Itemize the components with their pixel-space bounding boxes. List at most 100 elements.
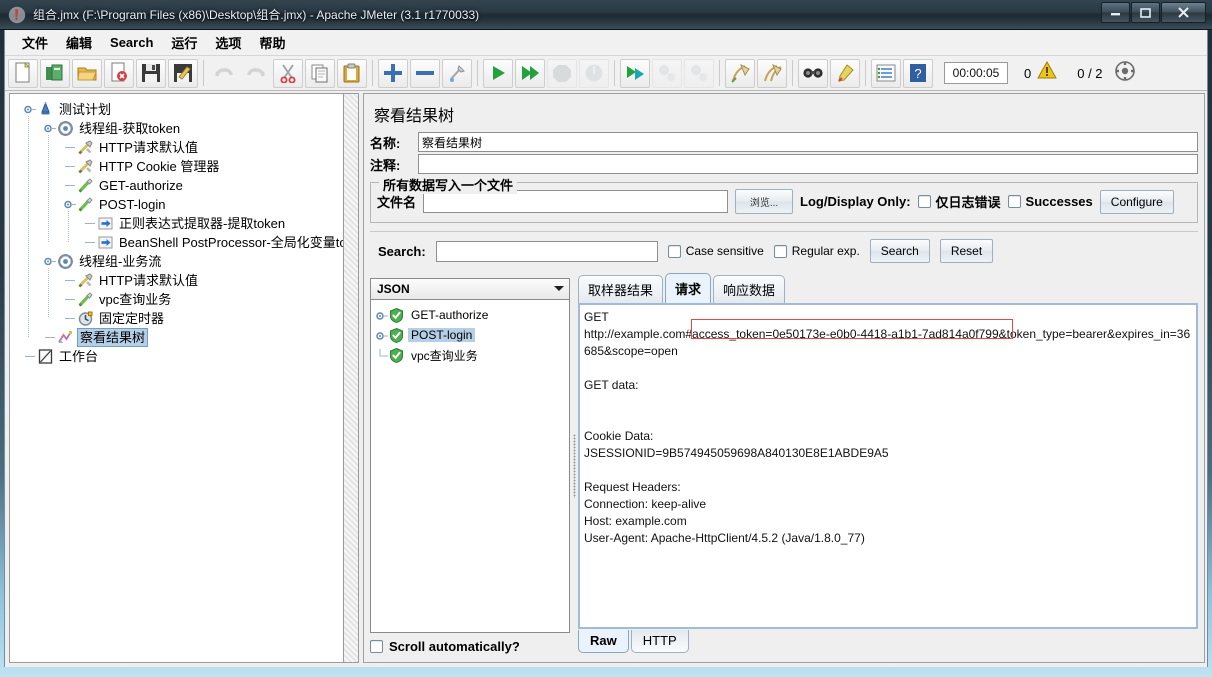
tree-expand-handle[interactable]	[44, 120, 57, 137]
menu-options[interactable]: 选项	[206, 30, 250, 55]
regular-exp-box[interactable]	[773, 244, 787, 258]
view-mode-tab[interactable]: HTTP	[630, 630, 689, 653]
stop-icon	[547, 58, 577, 88]
sample-result-list[interactable]: GET-authorize POST-login vpc查询业务	[370, 300, 570, 633]
list-item[interactable]: POST-login	[371, 325, 569, 345]
detail-tab[interactable]: 取样器结果	[578, 275, 664, 304]
test-plan-tree[interactable]: 测试计划 线程组-获取token HTTP请求默认值 HTTP Cookie 管理器 G…	[9, 93, 344, 663]
tree-node[interactable]: HTTP请求默认值	[10, 138, 343, 157]
name-input[interactable]: 察看结果树	[418, 132, 1198, 152]
list-item[interactable]: vpc查询业务	[371, 345, 569, 365]
search-input[interactable]	[435, 240, 658, 262]
clear-all-icon[interactable]	[757, 58, 787, 88]
menu-search[interactable]: Search	[101, 32, 162, 53]
menu-file[interactable]: 文件	[13, 30, 57, 55]
result-expand-handle[interactable]	[375, 307, 388, 324]
tree-expand-handle[interactable]	[44, 253, 57, 270]
configure-button[interactable]: Configure	[1099, 189, 1174, 214]
tree-node[interactable]: 工作台	[10, 347, 343, 366]
main-split: 测试计划 线程组-获取token HTTP请求默认值 HTTP Cookie 管理器 G…	[5, 91, 1207, 667]
scroll-automatically-box[interactable]	[370, 640, 383, 653]
split-divider[interactable]	[570, 278, 578, 654]
new-icon[interactable]	[8, 58, 38, 88]
log-display-only-label: Log/Display Only:	[800, 194, 911, 209]
function-helper-icon[interactable]	[871, 58, 901, 88]
remote-start-icon[interactable]	[620, 58, 650, 88]
search-button[interactable]: Search	[869, 239, 930, 263]
paste-icon[interactable]	[337, 58, 367, 88]
collapse-icon[interactable]	[410, 58, 440, 88]
save-icon[interactable]	[136, 58, 166, 88]
undo-icon	[209, 59, 239, 88]
tree-node[interactable]: 线程组-获取token	[10, 119, 343, 138]
close-button[interactable]	[1161, 2, 1206, 23]
tree-node-label: vpc查询业务	[99, 292, 172, 307]
search-icon[interactable]	[798, 58, 828, 88]
list-item-label: POST-login	[408, 328, 476, 342]
result-expand-handle[interactable]	[375, 327, 388, 344]
request-content-area[interactable]: GET http://example.com#access_token=0e50…	[578, 303, 1198, 629]
view-mode-tab[interactable]: Raw	[578, 630, 629, 653]
regular-exp-checkbox[interactable]: Regular exp.	[773, 244, 860, 258]
chevron-down-icon[interactable]	[552, 282, 566, 296]
case-sensitive-checkbox[interactable]: Case sensitive	[667, 244, 764, 258]
elapsed-timer: 00:00:05	[944, 62, 1008, 84]
detail-tab[interactable]: 响应数据	[713, 275, 786, 304]
menu-edit[interactable]: 编辑	[57, 30, 101, 55]
open-icon[interactable]	[72, 58, 102, 88]
tree-node[interactable]: HTTP Cookie 管理器	[10, 157, 343, 176]
renderer-select[interactable]: JSON	[370, 278, 570, 300]
tree-node[interactable]: HTTP请求默认值	[10, 271, 343, 290]
tree-node[interactable]: 固定定时器	[10, 309, 343, 328]
config-element-icon	[77, 158, 94, 175]
toggle-icon[interactable]	[442, 58, 472, 88]
copy-icon[interactable]	[305, 58, 335, 88]
successes-checkbox[interactable]: Successes	[1007, 194, 1093, 209]
tree-vertical-scrollbar[interactable]	[344, 93, 359, 663]
errors-only-checkbox[interactable]: 仅日志错误	[917, 192, 1001, 211]
start-no-pause-icon[interactable]	[515, 58, 545, 88]
tree-leaf-spacer	[64, 177, 77, 194]
jmeter-logo-icon	[8, 6, 26, 24]
help-icon[interactable]: ?	[903, 58, 933, 88]
warning-icon[interactable]	[1037, 60, 1058, 85]
menu-help[interactable]: 帮助	[250, 30, 294, 55]
results-list-pane: JSON GET-authorize POST-login vpc查询业务 Scro…	[370, 278, 570, 654]
templates-icon[interactable]	[40, 58, 70, 88]
errors-only-box[interactable]	[917, 195, 931, 208]
save-as-icon[interactable]	[168, 58, 198, 88]
scroll-automatically-checkbox[interactable]: Scroll automatically?	[370, 639, 570, 654]
minimize-button[interactable]	[1101, 2, 1130, 23]
tree-node[interactable]: BeanShell PostProcessor-全局化变量token	[10, 233, 343, 252]
cut-icon[interactable]	[273, 58, 303, 88]
http-sampler-icon	[77, 196, 94, 213]
clear-icon[interactable]	[725, 58, 755, 88]
tree-node[interactable]: GET-authorize	[10, 176, 343, 195]
tree-expand-handle[interactable]	[24, 101, 37, 118]
detail-tab[interactable]: 请求	[665, 273, 712, 303]
svg-text:?: ?	[914, 66, 921, 81]
browse-button[interactable]: 浏览...	[735, 189, 794, 214]
tree-node[interactable]: 正则表达式提取器-提取token	[10, 214, 343, 233]
test-plan-icon	[37, 101, 54, 118]
tree-expand-handle[interactable]	[64, 196, 77, 213]
tree-node[interactable]: 察看结果树	[10, 328, 343, 347]
expand-icon[interactable]	[378, 58, 408, 88]
menu-run[interactable]: 运行	[162, 30, 206, 55]
case-sensitive-box[interactable]	[667, 244, 681, 258]
jmeter-window: 组合.jmx (F:\Program Files (x86)\Desktop\组…	[0, 0, 1212, 677]
list-item[interactable]: GET-authorize	[371, 305, 569, 325]
page-title: 察看结果树	[374, 108, 455, 125]
reset-button[interactable]: Reset	[939, 239, 994, 263]
successes-box[interactable]	[1007, 195, 1021, 208]
tree-node[interactable]: 线程组-业务流	[10, 252, 343, 271]
comment-input[interactable]	[418, 154, 1198, 174]
tree-node[interactable]: vpc查询业务	[10, 290, 343, 309]
start-icon[interactable]	[483, 58, 513, 88]
tree-node[interactable]: POST-login	[10, 195, 343, 214]
reset-search-icon[interactable]	[830, 58, 860, 88]
close-icon[interactable]	[104, 58, 134, 88]
maximize-button[interactable]	[1131, 2, 1160, 23]
tree-node[interactable]: 测试计划	[10, 100, 343, 119]
request-text: GET http://example.com#access_token=0e50…	[584, 310, 1191, 545]
